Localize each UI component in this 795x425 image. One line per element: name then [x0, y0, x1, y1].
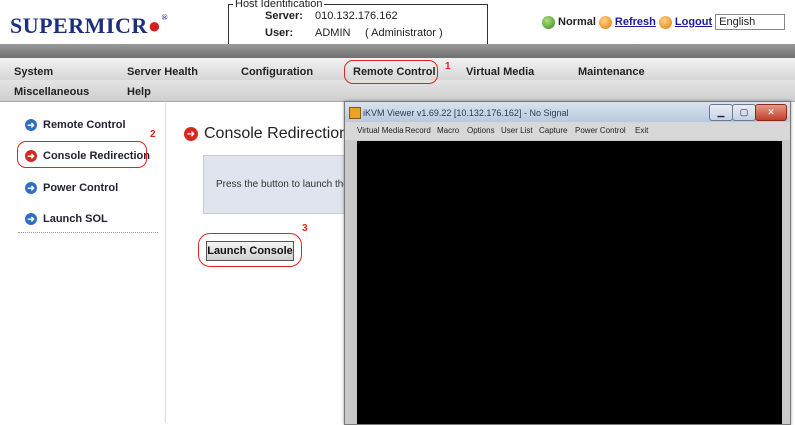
status-label: Normal: [558, 16, 596, 28]
logo-trademark: ®: [161, 13, 169, 22]
maximize-button[interactable]: ▢: [732, 104, 756, 121]
user-role: ( Administrator ): [365, 27, 443, 39]
ikvm-menu-virtual-media[interactable]: Virtual Media: [357, 126, 404, 135]
server-value: 010.132.176.162: [315, 10, 398, 22]
instruction-box: Press the button to launch the: [203, 155, 365, 214]
minimize-button[interactable]: ▁: [709, 104, 733, 121]
arrow-right-icon: ➜: [25, 213, 37, 225]
menu-help[interactable]: Help: [127, 86, 151, 98]
highlight-launch-console: [198, 233, 302, 267]
menu-miscellaneous[interactable]: Miscellaneous: [14, 86, 89, 98]
user-value: ADMIN: [315, 27, 351, 39]
arrow-right-icon: ➜: [25, 182, 37, 194]
user-label: User:: [265, 27, 294, 39]
server-label: Server:: [265, 10, 303, 22]
refresh-icon[interactable]: [598, 15, 612, 29]
arrow-right-icon: ➜: [25, 119, 37, 131]
ikvm-viewer-window[interactable]: iKVM Viewer v1.69.22 [10.132.176.162] - …: [344, 101, 791, 425]
close-button[interactable]: ✕: [755, 104, 787, 121]
menu-virtual-media[interactable]: Virtual Media: [466, 66, 534, 78]
ikvm-menu-capture[interactable]: Capture: [539, 126, 567, 135]
menu-configuration[interactable]: Configuration: [241, 66, 313, 78]
menu-maintenance[interactable]: Maintenance: [578, 66, 645, 78]
header-divider-bar: [0, 44, 795, 58]
ikvm-menu-exit[interactable]: Exit: [635, 126, 648, 135]
ikvm-menu-options[interactable]: Options: [467, 126, 495, 135]
sidebar-item-label: Launch SOL: [43, 213, 108, 225]
menu-server-health[interactable]: Server Health: [127, 66, 198, 78]
ikvm-menu-macro[interactable]: Macro: [437, 126, 459, 135]
arrow-right-icon: ➜: [184, 127, 198, 141]
supermicro-logo: SUPERMICR●®: [10, 13, 168, 39]
ikvm-remote-screen[interactable]: [357, 141, 782, 424]
highlight-remote-control: [344, 60, 438, 84]
ikvm-menu-bar: Virtual Media Record Macro Options User …: [345, 122, 790, 140]
sidebar-item-launch-sol[interactable]: ➜ Launch SOL: [25, 213, 108, 225]
sidebar-item-label: Power Control: [43, 182, 119, 194]
sidebar-separator: [18, 232, 158, 233]
server-row: Server: 010.132.176.162: [265, 10, 398, 22]
top-right-toolbar: Normal Refresh Logout English ▾: [542, 13, 795, 31]
annotation-1: 1: [445, 61, 451, 72]
host-identification: Host Identification Server: 010.132.176.1…: [228, 0, 488, 46]
logo-text: SUPERMICR: [10, 13, 148, 38]
menu-system[interactable]: System: [14, 66, 53, 78]
logo-dot: ●: [147, 13, 162, 38]
ikvm-menu-user-list[interactable]: User List: [501, 126, 533, 135]
sidebar-divider: [165, 103, 166, 423]
highlight-console-redirection: [17, 141, 147, 168]
host-identification-legend: Host Identification: [233, 0, 325, 10]
language-select[interactable]: English: [715, 14, 786, 30]
instruction-text: Press the button to launch the: [216, 179, 349, 190]
user-row: User: ADMIN ( Administrator ): [265, 27, 443, 39]
page-title-text: Console Redirection: [204, 125, 349, 142]
status-ok-icon: [542, 15, 555, 29]
logout-icon[interactable]: [658, 15, 672, 29]
java-app-icon: [349, 107, 361, 119]
sidebar-item-remote-control[interactable]: ➜ Remote Control: [25, 119, 126, 131]
refresh-link[interactable]: Refresh: [615, 16, 656, 28]
annotation-2: 2: [150, 129, 156, 140]
annotation-3: 3: [302, 223, 308, 234]
ikvm-title-bar[interactable]: iKVM Viewer v1.69.22 [10.132.176.162] - …: [345, 102, 790, 122]
ikvm-menu-power-control[interactable]: Power Control: [575, 126, 626, 135]
page-title: ➜ Console Redirection: [184, 125, 348, 143]
sidebar-item-label: Remote Control: [43, 119, 126, 131]
sidebar-item-power-control[interactable]: ➜ Power Control: [25, 182, 118, 194]
ikvm-menu-record[interactable]: Record: [405, 126, 431, 135]
ikvm-title-text: iKVM Viewer v1.69.22 [10.132.176.162] - …: [363, 108, 569, 118]
logout-link[interactable]: Logout: [675, 16, 712, 28]
